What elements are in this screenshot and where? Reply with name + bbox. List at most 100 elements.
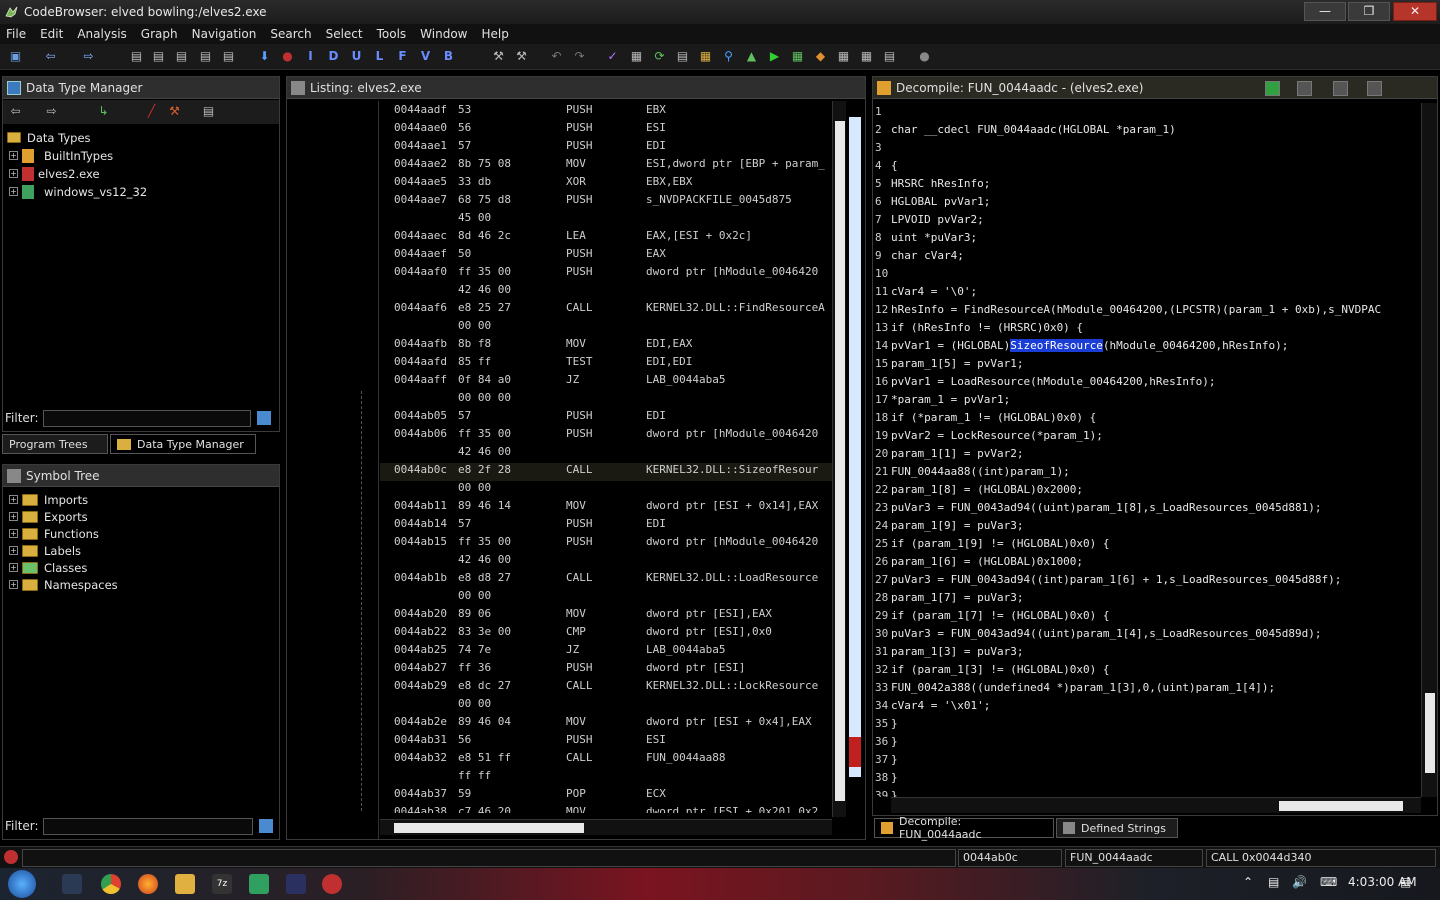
menu-tools[interactable]: Tools	[371, 27, 415, 41]
listing-row[interactable]: 00 00	[380, 481, 832, 499]
symbol-item-functions[interactable]: + Functions	[9, 525, 99, 542]
minimize-button[interactable]: —	[1304, 2, 1346, 21]
listing-row[interactable]: 0044aaf6 e8 25 27 CALL KERNEL32.DLL::FindRe…	[380, 301, 832, 319]
listing-row[interactable]: 0044aae7 68 75 d8 PUSH s_NVDPACKFILE_0045d8…	[380, 193, 832, 211]
ghidra-task-icon[interactable]	[322, 874, 342, 894]
listing-h-scrollbar[interactable]	[380, 819, 832, 835]
listing-row[interactable]: 0044aaec 8d 46 2c LEA EAX,[ESI + 0x2c]	[380, 229, 832, 247]
down-arrow-icon[interactable]: ⬇	[256, 48, 273, 65]
selected-token[interactable]: SizeofResource	[1010, 339, 1103, 352]
symbol-filter-input[interactable]	[42, 817, 253, 835]
decompile-h-thumb[interactable]	[1279, 801, 1403, 811]
symbol-item-classes[interactable]: + Classes	[9, 559, 87, 576]
listing-row[interactable]: 42 46 00	[380, 283, 832, 301]
expand-icon[interactable]: +	[9, 169, 18, 178]
tree-item-windows[interactable]: + windows_vs12_32	[9, 183, 147, 200]
dt-back-icon[interactable]: ⇦	[7, 103, 24, 120]
toolbar-letter-b[interactable]: B	[440, 48, 457, 65]
expand-icon[interactable]: +	[9, 187, 18, 196]
network-icon[interactable]: ▤	[1268, 875, 1279, 889]
decompile-scrollbar[interactable]	[1421, 103, 1437, 797]
toolbar-letter-v[interactable]: V	[417, 48, 434, 65]
tab-data-type-manager[interactable]: Data Type Manager	[110, 434, 256, 454]
volume-icon[interactable]: 🔊	[1292, 875, 1307, 889]
undo-icon[interactable]: ↶	[548, 48, 565, 65]
tool-icon-1[interactable]: ⚒	[490, 48, 507, 65]
tool-icon-6[interactable]: ▦	[835, 48, 852, 65]
run-icon[interactable]: ▶	[766, 48, 783, 65]
search-icon[interactable]: ⚲	[720, 48, 737, 65]
listing-row[interactable]: 0044ab20 89 06 MOV dword ptr [ESI],EAX	[380, 607, 832, 625]
listing-row[interactable]: 00 00	[380, 319, 832, 337]
nav-icon-2[interactable]: ▤	[150, 48, 167, 65]
listing-scroll-thumb[interactable]	[835, 121, 845, 801]
listing-row[interactable]: 00 00	[380, 589, 832, 607]
listing-row[interactable]: 0044ab1b e8 d8 27 CALL KERNEL32.DLL::LoadRe…	[380, 571, 832, 589]
listing-row[interactable]: 0044aae0 56 PUSH ESI	[380, 121, 832, 139]
listing-row[interactable]: 0044ab06 ff 35 00 PUSH dword ptr [hModule_0…	[380, 427, 832, 445]
listing-row[interactable]: 0044ab22 83 3e 00 CMP dword ptr [ESI],0x0	[380, 625, 832, 643]
refresh-icon[interactable]: ⟳	[651, 48, 668, 65]
listing-row[interactable]: 0044ab25 74 7e JZ LAB_0044aba5	[380, 643, 832, 661]
filter-options-icon[interactable]	[256, 411, 271, 425]
dt-arrow-icon[interactable]: ↳	[95, 103, 112, 120]
listing-row[interactable]: ff ff	[380, 769, 832, 787]
listing-row[interactable]: 0044aafb 8b f8 MOV EDI,EAX	[380, 337, 832, 355]
tool-icon-9[interactable]: ●	[916, 48, 933, 65]
expand-icon[interactable]: +	[9, 151, 18, 160]
export-icon[interactable]	[1333, 81, 1348, 96]
app-blue-icon[interactable]	[286, 874, 306, 894]
tool-icon-5[interactable]: ▦	[789, 48, 806, 65]
expand-icon[interactable]: +	[9, 580, 18, 589]
tool-icon-4[interactable]: ▤	[674, 48, 691, 65]
toolbar-letter-i[interactable]: I	[302, 48, 319, 65]
menu-help[interactable]: Help	[476, 27, 517, 41]
tool-icon-2[interactable]: ⚒	[513, 48, 530, 65]
menu-edit[interactable]: Edit	[34, 27, 71, 41]
check-icon[interactable]: ✓	[604, 48, 621, 65]
explorer-folder-icon[interactable]	[175, 874, 195, 894]
menu-graph[interactable]: Graph	[135, 27, 186, 41]
decompile-body[interactable]: 1 2 char __cdecl FUN_0044aadc(HGLOBAL *par…	[875, 103, 1421, 797]
listing-row[interactable]: 0044aae1 57 PUSH EDI	[380, 139, 832, 157]
notifications-icon[interactable]: ▤	[1400, 875, 1411, 889]
dt-filter-input[interactable]	[42, 409, 251, 427]
filter-options-icon[interactable]	[258, 819, 273, 833]
listing-row[interactable]: 0044ab27 ff 36 PUSH dword ptr [ESI]	[380, 661, 832, 679]
listing-row[interactable]: 00 00 00	[380, 391, 832, 409]
dt-forward-icon[interactable]: ⇨	[43, 103, 60, 120]
folder-icon[interactable]: ▦	[697, 48, 714, 65]
listing-row[interactable]: 0044ab32 e8 51 ff CALL FUN_0044aa88	[380, 751, 832, 769]
chrome-icon[interactable]	[101, 874, 121, 894]
nav-icon-5[interactable]: ▤	[220, 48, 237, 65]
tab-defined-strings[interactable]: Defined Strings	[1056, 818, 1178, 838]
tool-icon-8[interactable]: ▤	[881, 48, 898, 65]
listing-row[interactable]: 0044aae2 8b 75 08 MOV ESI,dword ptr [EBP + …	[380, 157, 832, 175]
tree-item-builtin[interactable]: + BuiltInTypes	[9, 147, 113, 164]
console-icon[interactable]	[4, 850, 18, 864]
toolbar-letter-u[interactable]: U	[348, 48, 365, 65]
maximize-button[interactable]: ❒	[1348, 2, 1390, 21]
nav-icon-1[interactable]: ▤	[128, 48, 145, 65]
redo-icon[interactable]: ↷	[571, 48, 588, 65]
diamond-icon[interactable]: ◆	[812, 48, 829, 65]
menu-file[interactable]: File	[0, 27, 34, 41]
graph-icon[interactable]: ▲	[743, 48, 760, 65]
listing-row[interactable]: 00 00	[380, 697, 832, 715]
tool-icon-7[interactable]: ▦	[858, 48, 875, 65]
listing-row[interactable]: 0044aafd 85 ff TEST EDI,EDI	[380, 355, 832, 373]
symbol-item-namespaces[interactable]: + Namespaces	[9, 576, 118, 593]
toolbar-letter-f[interactable]: F	[394, 48, 411, 65]
listing-scrollbar[interactable]	[832, 101, 846, 817]
back-icon[interactable]: ⇦	[42, 48, 59, 65]
firefox-icon[interactable]	[138, 874, 158, 894]
toolbar-letter-l[interactable]: L	[371, 48, 388, 65]
tree-root-data-types[interactable]: Data Types	[7, 129, 91, 146]
tab-decompile[interactable]: Decompile: FUN_0044aadc	[874, 815, 1054, 841]
symbol-item-labels[interactable]: + Labels	[9, 542, 81, 559]
app-green-icon[interactable]	[249, 874, 269, 894]
decompile-h-scrollbar[interactable]	[891, 797, 1421, 813]
nav-icon-3[interactable]: ▤	[173, 48, 190, 65]
symbol-item-exports[interactable]: + Exports	[9, 508, 88, 525]
expand-icon[interactable]: +	[9, 563, 18, 572]
